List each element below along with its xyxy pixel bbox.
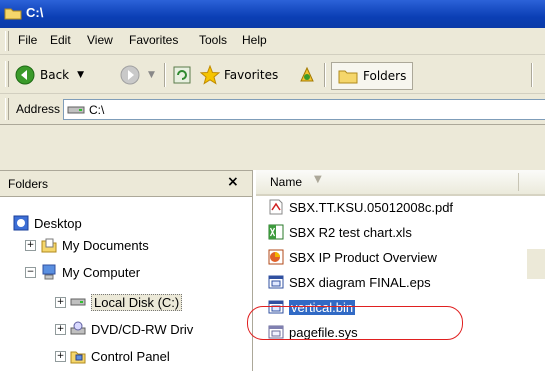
pdf-file-icon: [269, 199, 283, 215]
menu-bar: File Edit View Favorites Tools Help: [0, 28, 545, 55]
folders-icon: [338, 70, 358, 84]
folders-button[interactable]: Folders: [331, 62, 414, 90]
tree-item-label: Control Panel: [91, 348, 170, 364]
desktop-icon: [13, 215, 29, 231]
column-header-name[interactable]: Name ▼: [256, 170, 545, 196]
back-dropdown-icon[interactable]: ▼: [77, 70, 84, 80]
toolbar-grip[interactable]: [5, 61, 9, 87]
menu-help[interactable]: Help: [242, 33, 267, 47]
refresh-icon: [173, 66, 191, 84]
generic-file-icon: [268, 275, 284, 289]
tree-item-local-disk[interactable]: Local Disk (C:): [70, 292, 183, 312]
window-title: C:\: [26, 5, 44, 20]
file-name: SBX IP Product Overview: [289, 249, 437, 265]
folders-pane-title: Folders: [8, 177, 49, 191]
menu-file[interactable]: File: [18, 33, 37, 47]
background-gap: [0, 125, 545, 170]
tree-item-desktop[interactable]: Desktop: [13, 213, 82, 233]
back-label: Back: [40, 68, 70, 82]
tree-item-label: Local Disk (C:): [91, 293, 183, 311]
history-icon: [300, 66, 314, 82]
my-computer-icon: [42, 264, 56, 280]
menu-favorites[interactable]: Favorites: [129, 33, 178, 47]
drive-icon: [67, 106, 85, 113]
back-button[interactable]: Back ▼: [15, 64, 84, 86]
folders-pane: Folders × Desktop + My Documents − My Co…: [0, 170, 253, 371]
control-panel-icon: [70, 351, 86, 364]
collapse-icon[interactable]: −: [25, 267, 36, 278]
tree-item-label: Desktop: [34, 215, 82, 231]
address-label: Address: [16, 102, 61, 116]
forward-dropdown-icon[interactable]: ▼: [148, 70, 155, 80]
history-button[interactable]: [297, 64, 317, 86]
folder-icon: [4, 8, 22, 20]
folders-pane-header: Folders ×: [0, 171, 252, 197]
column-divider[interactable]: [518, 173, 519, 191]
forward-arrow-icon: [120, 65, 140, 85]
title-bar: C:\: [0, 0, 545, 28]
tree-item-label: My Computer: [62, 264, 141, 280]
back-arrow-icon: [15, 65, 35, 85]
address-bar: Address C:\: [0, 94, 545, 125]
annotation-ellipse: [247, 306, 463, 340]
tree-item-label: My Documents: [62, 237, 149, 253]
file-name: SBX R2 test chart.xls: [289, 224, 412, 240]
expand-icon[interactable]: +: [55, 324, 66, 335]
favorites-button[interactable]: Favorites: [200, 64, 278, 86]
tree-item-my-documents[interactable]: My Documents: [41, 235, 149, 255]
tree-item-dvd-drive[interactable]: DVD/CD-RW Driv: [70, 319, 193, 339]
dvd-drive-icon: [70, 321, 86, 335]
favorites-label: Favorites: [224, 68, 279, 82]
tree-item-label: DVD/CD-RW Driv: [91, 321, 194, 337]
expand-icon[interactable]: +: [55, 297, 66, 308]
expand-icon[interactable]: +: [25, 240, 36, 251]
file-row-pdf[interactable]: SBX.TT.KSU.05012008c.pdf: [268, 197, 453, 217]
menu-view[interactable]: View: [87, 33, 113, 47]
expand-icon[interactable]: +: [55, 351, 66, 362]
toolbar-separator-2: [324, 63, 326, 87]
tree-item-control-panel[interactable]: Control Panel: [70, 346, 170, 366]
folders-label: Folders: [363, 69, 407, 83]
address-value: C:\: [89, 102, 105, 117]
file-name: SBX.TT.KSU.05012008c.pdf: [289, 199, 454, 215]
toolbar-separator: [164, 63, 166, 87]
file-row-ppt[interactable]: SBX IP Product Overview: [268, 247, 437, 267]
file-list: Name ▼ SBX.TT.KSU.05012008c.pdf SBX R2 t…: [256, 170, 545, 370]
standard-toolbar: Back ▼ ▼ Favorites Folders: [0, 55, 545, 94]
address-grip[interactable]: [5, 98, 9, 120]
file-row-xls[interactable]: SBX R2 test chart.xls: [268, 222, 412, 242]
file-row-eps[interactable]: SBX diagram FINAL.eps: [268, 272, 431, 292]
column-name-label: Name: [270, 175, 303, 189]
up-folder-button[interactable]: [173, 64, 191, 86]
menu-grip[interactable]: [5, 31, 9, 51]
address-input[interactable]: C:\: [63, 99, 545, 120]
sort-arrow-icon: ▼: [314, 174, 322, 185]
menu-tools[interactable]: Tools: [199, 33, 227, 47]
excel-file-icon: [268, 224, 284, 240]
pane-gap: [527, 249, 545, 279]
drive-icon: [70, 298, 86, 306]
my-documents-icon: [41, 238, 57, 253]
toolbar-separator-3: [531, 63, 533, 87]
powerpoint-file-icon: [268, 249, 284, 265]
menu-edit[interactable]: Edit: [50, 33, 71, 47]
forward-button[interactable]: ▼: [120, 64, 155, 86]
file-name: SBX diagram FINAL.eps: [289, 274, 431, 290]
close-icon[interactable]: ×: [227, 174, 239, 190]
star-icon: [200, 65, 220, 85]
tree-item-my-computer[interactable]: My Computer: [41, 262, 140, 282]
